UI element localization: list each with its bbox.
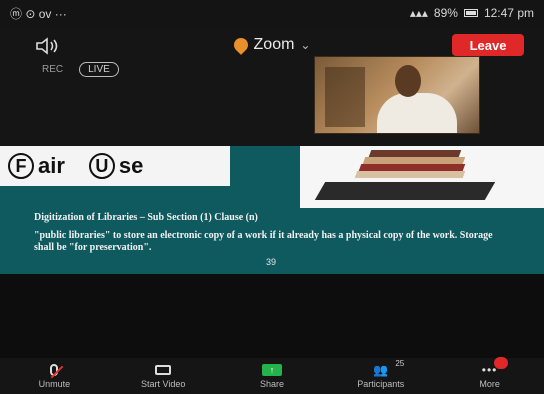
mic-muted-icon <box>50 364 64 379</box>
shield-icon <box>230 35 251 55</box>
meeting-header: Zoom ⌄ Leave REC LIVE <box>0 26 544 146</box>
share-button[interactable]: ↑ Share <box>218 358 327 394</box>
battery-icon <box>463 9 478 17</box>
slide-heading: Digitization of Libraries – Sub Section … <box>34 212 258 223</box>
notification-badge <box>493 357 508 369</box>
shared-screen-slide: Fair Use Digitization of Libraries – Sub … <box>0 146 544 274</box>
empty-meeting-area <box>0 274 544 358</box>
participants-icon: 👥 <box>373 363 389 377</box>
signal-icon: ▴▴▴ <box>409 6 428 20</box>
more-button[interactable]: ••• More <box>435 357 544 394</box>
participant-body <box>377 93 457 133</box>
status-left: ⓜ ⊙ ᴏᴠ ··· <box>10 5 67 22</box>
app-title-label: Zoom <box>253 36 295 53</box>
recording-badges: REC LIVE <box>36 62 119 77</box>
status-right: ▴▴▴ 89% 12:47 pm <box>410 6 534 20</box>
live-badge: LIVE <box>79 62 119 77</box>
participant-head <box>395 65 421 97</box>
participants-count: 25 <box>395 359 405 368</box>
camera-off-icon <box>155 365 172 375</box>
status-bar: ⓜ ⊙ ᴏᴠ ··· ▴▴▴ 89% 12:47 pm <box>0 0 544 26</box>
slide-title-area: Fair Use <box>0 146 230 186</box>
participants-button[interactable]: 👥 25 Participants <box>326 358 435 394</box>
start-video-label: Start Video <box>141 379 186 389</box>
leave-button[interactable]: Leave <box>452 34 524 56</box>
participants-label: Participants <box>357 379 405 389</box>
slide-page-number: 39 <box>266 257 277 267</box>
rec-badge: REC <box>42 64 64 75</box>
share-label: Share <box>259 379 284 389</box>
battery-percent: 89% <box>433 6 458 20</box>
participant-video[interactable] <box>314 56 480 134</box>
unmute-label: Unmute <box>38 379 71 389</box>
laptop-graphic <box>314 182 496 200</box>
chevron-down-icon: ⌄ <box>300 38 311 52</box>
unmute-button[interactable]: Unmute <box>0 358 109 394</box>
clock: 12:47 pm <box>483 6 534 20</box>
books-laptop-image <box>300 146 544 208</box>
share-screen-icon: ↑ <box>261 364 282 376</box>
more-label: More <box>479 379 500 389</box>
video-background <box>325 67 365 127</box>
start-video-button[interactable]: Start Video <box>109 358 218 394</box>
fair-use-logo: Fair Use <box>8 153 143 179</box>
status-icons: ⓜ ⊙ ᴏᴠ ··· <box>10 6 67 21</box>
meeting-toolbar: Unmute Start Video ↑ Share 👥 25 Particip… <box>0 357 544 394</box>
slide-body-text: "public libraries" to store an electroni… <box>34 230 493 253</box>
slide-footer: 39 <box>0 257 544 270</box>
